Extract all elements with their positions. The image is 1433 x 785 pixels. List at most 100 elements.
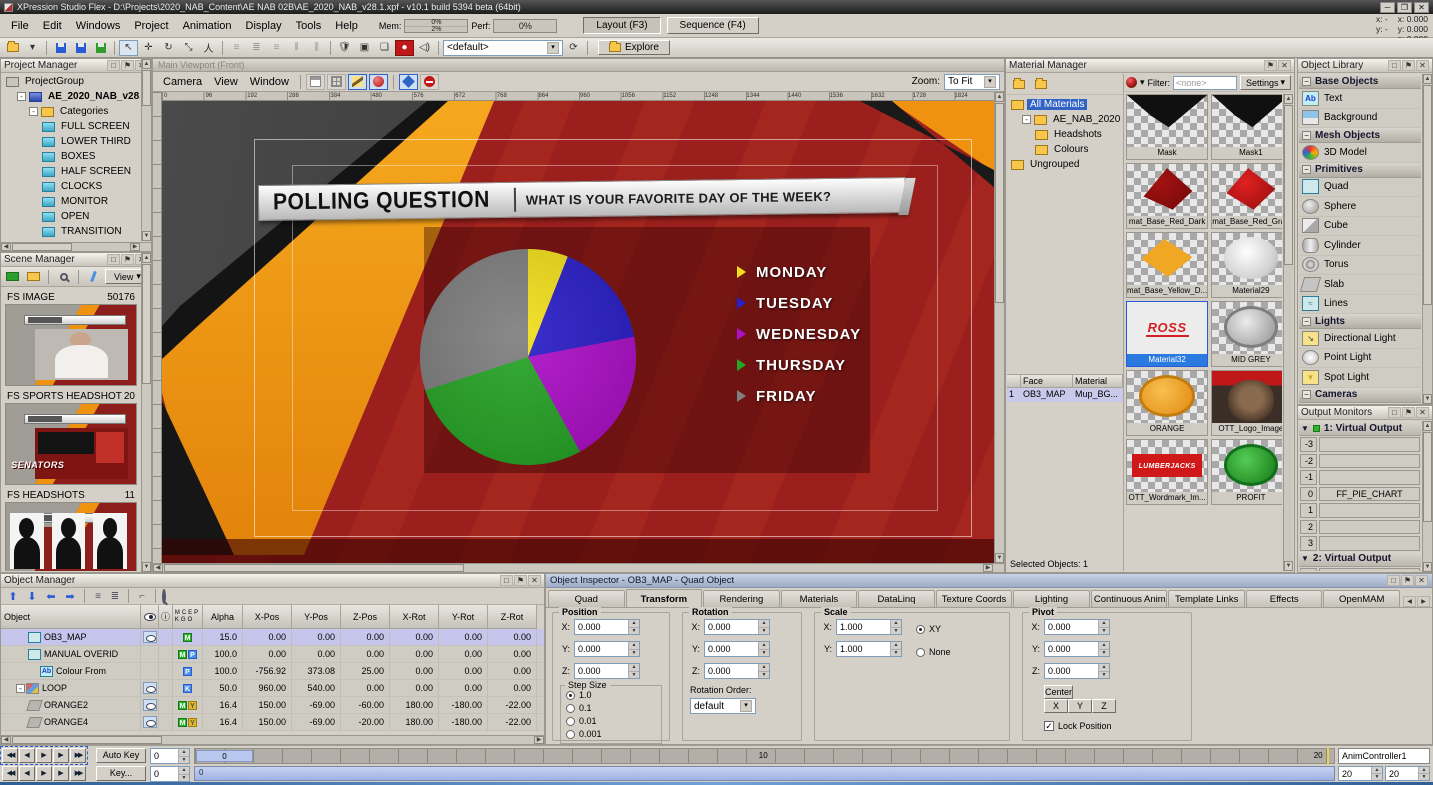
material-tile[interactable]: PROFIT bbox=[1211, 439, 1282, 505]
step-forward-button[interactable] bbox=[53, 766, 69, 781]
project-tree-item[interactable]: MONITOR bbox=[2, 194, 140, 209]
zpos-value[interactable]: 0.00 bbox=[341, 646, 390, 662]
monitor-icon[interactable]: ▣ bbox=[355, 40, 374, 56]
auto-key-spinbox[interactable]: 0 ▲▼ bbox=[150, 748, 190, 764]
spin-down-icon[interactable]: ▼ bbox=[1099, 628, 1109, 635]
spin-down-icon[interactable]: ▼ bbox=[759, 628, 769, 635]
add-scene-button[interactable] bbox=[24, 269, 43, 285]
library-row[interactable]: − Quad bbox=[1299, 178, 1421, 198]
material-tree-item[interactable]: Colours bbox=[1007, 142, 1123, 157]
pivot-tool-button[interactable]: 人 bbox=[199, 40, 218, 56]
badge[interactable]: M bbox=[183, 633, 192, 642]
move-down-button[interactable]: ⬇ bbox=[24, 590, 40, 603]
spin-up-icon[interactable]: ▲ bbox=[759, 664, 769, 672]
panel-restore-icon[interactable]: □ bbox=[1388, 407, 1401, 418]
xrot-value[interactable]: 180.00 bbox=[390, 714, 439, 730]
spin-up-icon[interactable]: ▲ bbox=[179, 767, 189, 775]
viewport-menu-item[interactable]: Window bbox=[244, 74, 295, 90]
output-slot-label[interactable] bbox=[1319, 503, 1420, 518]
project-tree-item[interactable]: ProjectGroup bbox=[2, 74, 140, 89]
library-row[interactable]: − Base Objects bbox=[1299, 74, 1421, 89]
panel-pin-icon[interactable]: ⚑ bbox=[1264, 60, 1277, 71]
viewport-menu-item[interactable]: Camera bbox=[157, 74, 208, 90]
library-row[interactable]: − Cube bbox=[1299, 217, 1421, 237]
step-back-button[interactable] bbox=[19, 748, 35, 763]
move-up-button[interactable]: ⬆ bbox=[5, 590, 21, 603]
material-tree-item[interactable]: - AE_NAB_2020 bbox=[1007, 112, 1123, 127]
yrot-value[interactable]: 0.00 bbox=[439, 663, 488, 679]
object-row[interactable]: - LOOP K 50.0 960.00 540.00 0.00 0.00 bbox=[1, 680, 544, 697]
material-tree-item[interactable]: Headshots bbox=[1007, 127, 1123, 142]
spin-up-icon[interactable]: ▲ bbox=[629, 664, 639, 672]
spin-up-icon[interactable]: ▲ bbox=[1372, 767, 1382, 774]
library-row[interactable]: − Lights bbox=[1299, 314, 1421, 329]
panel-close-icon[interactable]: ✕ bbox=[1416, 407, 1429, 418]
inspector-tab[interactable]: Texture Coords bbox=[936, 590, 1013, 607]
step-forward-button[interactable] bbox=[53, 748, 69, 763]
zoom-combo[interactable]: To Fit ▾ bbox=[944, 74, 1000, 90]
open-project-button[interactable] bbox=[3, 40, 22, 56]
go-start-button[interactable] bbox=[2, 748, 18, 763]
output-slot-label[interactable] bbox=[1319, 520, 1420, 535]
radio-icon[interactable] bbox=[916, 625, 925, 634]
shield-icon[interactable]: 🛡 bbox=[335, 40, 354, 56]
zrot-value[interactable]: 0.00 bbox=[488, 629, 537, 645]
badge[interactable]: M bbox=[178, 701, 187, 710]
spin-down-icon[interactable]: ▼ bbox=[759, 650, 769, 657]
yrot-value[interactable]: 0.00 bbox=[439, 646, 488, 662]
step-back-button[interactable] bbox=[19, 766, 35, 781]
zpos-value[interactable]: 0.00 bbox=[341, 680, 390, 696]
save-as-button[interactable] bbox=[91, 40, 110, 56]
spin-down-icon[interactable]: ▼ bbox=[629, 650, 639, 657]
project-tree-item[interactable]: - Categories bbox=[2, 104, 140, 119]
info-column-header[interactable]: ⓘ bbox=[159, 605, 173, 629]
menu-item[interactable]: Help bbox=[328, 17, 365, 35]
pivot-spinbox[interactable]: 0.000 ▲▼ bbox=[1044, 619, 1110, 635]
rotation-spinbox[interactable]: 0.000 ▲▼ bbox=[704, 619, 770, 635]
object-row[interactable]: ORANGE2 M Y 16.4 150.00 -69.00 -60.00 18… bbox=[1, 697, 544, 714]
library-row[interactable]: − Slab bbox=[1299, 275, 1421, 295]
project-tree-item[interactable]: FULL SCREEN bbox=[2, 119, 140, 134]
viewport-vscrollbar[interactable]: ▲▼ bbox=[994, 92, 1004, 563]
pivot-spinbox[interactable]: 0.000 ▲▼ bbox=[1044, 663, 1110, 679]
key-button[interactable]: Key... bbox=[96, 766, 146, 781]
align-center-icon[interactable]: ≣ bbox=[247, 40, 266, 56]
panel-pin-icon[interactable]: ⚑ bbox=[121, 60, 134, 71]
panel-close-icon[interactable]: ✕ bbox=[1415, 575, 1428, 586]
settings-dropdown-button[interactable]: Settings▾ bbox=[1240, 75, 1291, 90]
rotation-spinbox[interactable]: 0.000 ▲▼ bbox=[704, 663, 770, 679]
ypos-value[interactable]: -69.00 bbox=[292, 697, 341, 713]
inspector-tab[interactable]: Quad bbox=[548, 590, 625, 607]
material-tile[interactable]: Mask1 bbox=[1211, 94, 1282, 160]
zrot-value[interactable]: -22.00 bbox=[488, 697, 537, 713]
xpos-value[interactable]: 150.00 bbox=[243, 697, 292, 713]
material-tile[interactable]: MID GREY bbox=[1211, 301, 1282, 367]
spin-up-icon[interactable]: ▲ bbox=[179, 749, 189, 757]
xpos-value[interactable]: 960.00 bbox=[243, 680, 292, 696]
scene-list-item[interactable]: FS SPORTS HEADSHOT 20 SENATORS bbox=[5, 390, 137, 485]
menu-item[interactable]: Display bbox=[239, 17, 289, 35]
spin-down-icon[interactable]: ▼ bbox=[1419, 774, 1429, 780]
visibility-toggle[interactable] bbox=[143, 699, 157, 711]
spin-down-icon[interactable]: ▼ bbox=[759, 672, 769, 679]
go-end-button[interactable] bbox=[70, 766, 86, 781]
project-tree-item[interactable]: - AE_2020_NAB_v28.1 bbox=[2, 89, 140, 104]
alpha-value[interactable]: 50.0 bbox=[203, 680, 243, 696]
spin-up-icon[interactable]: ▲ bbox=[891, 642, 901, 650]
legend-item[interactable]: MONDAY bbox=[737, 263, 861, 281]
project-tree-item[interactable]: OPEN bbox=[2, 209, 140, 224]
grid-toggle[interactable] bbox=[327, 74, 346, 90]
badge[interactable]: Y bbox=[188, 718, 197, 727]
project-tree-item[interactable]: CLOCKS bbox=[2, 179, 140, 194]
material-tile[interactable]: Material29 bbox=[1211, 232, 1282, 298]
spin-up-icon[interactable]: ▲ bbox=[759, 620, 769, 628]
panel-pin-icon[interactable]: ⚑ bbox=[514, 575, 527, 586]
alpha-value[interactable]: 16.4 bbox=[203, 714, 243, 730]
output-row[interactable]: ▼ 1 bbox=[1299, 502, 1421, 519]
ypos-column-header[interactable]: Y-Pos bbox=[292, 605, 341, 629]
output-slot-label[interactable] bbox=[1319, 568, 1420, 572]
menu-item[interactable]: Edit bbox=[36, 17, 69, 35]
scene-list-item[interactable]: FS IMAGE 50176 bbox=[5, 291, 137, 386]
inspector-tab[interactable]: Materials bbox=[781, 590, 858, 607]
align-right-icon[interactable]: ≡ bbox=[267, 40, 286, 56]
